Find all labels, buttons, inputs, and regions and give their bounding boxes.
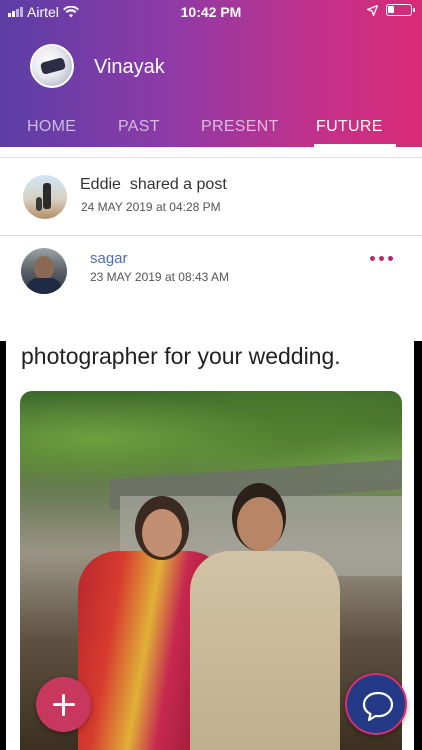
soccer-ball-icon	[39, 57, 67, 75]
tab-future[interactable]: FUTURE	[316, 118, 383, 136]
post-author[interactable]: sagar	[90, 250, 128, 267]
post-caption: photographer for your wedding.	[21, 343, 341, 369]
divider	[0, 157, 422, 158]
chat-button[interactable]	[345, 673, 407, 735]
status-right	[367, 4, 415, 16]
photo-groom-face	[237, 497, 283, 551]
status-bar: Airtel 10:42 PM	[0, 0, 422, 24]
plus-icon-vertical	[62, 693, 65, 716]
chat-bubble-icon	[362, 691, 394, 722]
sagar-avatar[interactable]	[21, 248, 67, 294]
location-arrow-icon	[367, 4, 378, 16]
tab-present[interactable]: PRESENT	[201, 118, 279, 136]
profile-name[interactable]: Vinayak	[94, 56, 165, 79]
active-tab-indicator	[314, 144, 396, 147]
battery-level	[388, 6, 394, 13]
battery-icon	[386, 4, 415, 16]
app-header: Airtel 10:42 PM Vinayak HOME PAST PRESEN…	[0, 0, 422, 147]
profile-avatar[interactable]	[30, 44, 74, 88]
avatar-figure	[43, 183, 51, 209]
share-user[interactable]: Eddie	[80, 176, 121, 193]
divider	[0, 235, 422, 236]
avatar-face	[34, 256, 54, 280]
add-post-button[interactable]	[36, 677, 91, 732]
share-timestamp: 24 MAY 2019 at 04:28 PM	[81, 200, 221, 214]
status-time: 10:42 PM	[180, 4, 242, 20]
photo-bride-face	[142, 509, 182, 557]
tab-bar: HOME PAST PRESENT FUTURE	[0, 110, 422, 147]
share-action: shared a post	[129, 176, 227, 193]
eddie-avatar[interactable]	[23, 175, 67, 219]
share-headline: Eddie shared a post	[80, 176, 227, 194]
avatar-body	[27, 278, 61, 294]
photo-groom-kurta	[190, 551, 340, 750]
tab-home[interactable]: HOME	[27, 118, 76, 136]
post-timestamp: 23 MAY 2019 at 08:43 AM	[90, 270, 229, 284]
tab-past[interactable]: PAST	[118, 118, 160, 136]
avatar-figure-small	[36, 197, 42, 211]
more-dots-icon[interactable]	[370, 256, 393, 261]
